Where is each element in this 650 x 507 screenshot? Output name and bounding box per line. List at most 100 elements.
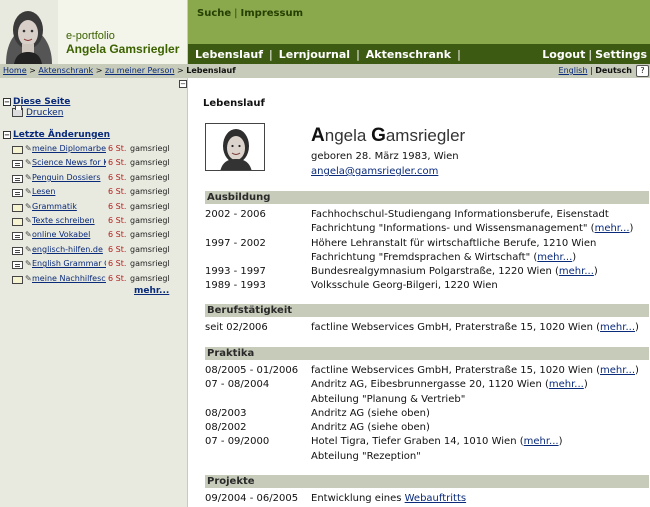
top-bar: Suche | Impressum [188,0,650,44]
lang-english[interactable]: English [559,66,588,75]
breadcrumb-aktenschrank[interactable]: Aktenschrank [38,66,93,75]
change-link[interactable]: meine Nachhilfeschüler [32,274,106,283]
help-icon[interactable]: ? [636,65,649,77]
more-changes-link[interactable]: mehr... [134,286,169,296]
more-link[interactable]: mehr... [524,436,559,447]
pencil-icon: ✎ [25,273,32,283]
change-user: gamsriegl [130,201,170,211]
entry-text: Abteilung "Rezeption" [311,450,421,462]
main-content: Lebenslauf Angela Gamsriegler geboren 28… [189,78,650,507]
entry-text: Bundesrealgymnasium Polgarstraße, 1220 W… [311,266,559,278]
pencil-icon: ✎ [25,158,32,168]
pencil-icon: ✎ [25,259,32,269]
change-age: 6 St. [108,158,127,168]
cv-entry: 1997 - 2002 Höhere Lehranstalt für wirtsc… [205,237,597,263]
change-user: gamsriegl [130,172,170,182]
more-link[interactable]: mehr... [600,322,635,333]
change-link[interactable]: englisch-hilfen.de [32,245,103,254]
more-link[interactable]: mehr... [559,266,594,277]
print-link[interactable]: Drucken [26,108,63,118]
change-link[interactable]: Penguin Dossiers [32,173,101,182]
section-heading: Praktika [205,347,649,360]
change-link[interactable]: Lesen [32,187,55,196]
change-age: 6 St. [108,215,127,225]
entry-date: 1989 - 1993 [205,280,266,292]
change-user: gamsriegl [130,230,170,240]
cv-entry: 07 - 08/2004 Andritz AG, Eibesbrunnergass… [205,379,588,405]
birth-info: geboren 28. März 1983, Wien [311,151,459,162]
cv-section: Ausbildung 2002 - 2006 Fachhochschul-Studi… [205,191,649,294]
entry-date: 08/2002 [205,422,247,434]
change-user: gamsriegl [130,259,170,269]
nav-lebenslauf[interactable]: Lebenslauf [195,48,263,61]
change-link[interactable]: Texte schreiben [32,216,95,225]
change-link[interactable]: English Grammar Online [32,259,106,268]
folder-icon [12,217,23,226]
entry-text: Entwicklung eines [311,493,405,504]
pencil-icon: ✎ [25,172,32,182]
header: e-portfolio Angela Gamsriegler Suche | Imp… [0,0,650,64]
list-item: ✎ Penguin Dossiers 6 St. gamsriegl [12,172,186,186]
pencil-icon: ✎ [25,201,32,211]
more-link[interactable]: mehr... [600,365,635,376]
search-link[interactable]: Suche [197,8,231,19]
more-changes: mehr... [134,286,169,296]
imprint-link[interactable]: Impressum [241,8,303,19]
settings-link[interactable]: Settings [595,48,647,61]
entry-date: 07 - 09/2000 [205,436,270,448]
change-link[interactable]: Grammatik [32,202,77,211]
entry-date: seit 02/2006 [205,322,268,333]
entry-date: 08/2003 [205,407,247,419]
section-heading: Ausbildung [205,191,649,204]
page-title: Lebenslauf [203,98,265,109]
list-item: ✎meine Nachhilfeschüler6 St.gamsriegl [12,273,186,287]
change-link[interactable]: Science News for Kids [32,158,106,167]
change-link[interactable]: meine Diplomarbeit [32,144,106,153]
collapse-icon[interactable]: − [3,97,11,106]
brand-name: Angela Gamsriegler [66,42,180,56]
breadcrumb-person[interactable]: zu meiner Person [105,66,174,75]
change-age: 6 St. [108,187,127,197]
list-item: ✎Science News for Kids6 St.gamsriegl [12,157,186,171]
list-item: ✎ online Vokabel 6 St. gamsriegl [12,229,186,243]
nav-aktenschrank[interactable]: Aktenschrank [366,48,451,61]
entry-text: Fachhochschul-Studiengang Informationsbe… [311,209,609,220]
logout-link[interactable]: Logout [542,48,585,61]
change-link[interactable]: online Vokabel [32,230,90,239]
change-user: gamsriegl [130,244,170,254]
section-heading: Berufstätigkeit [205,304,649,317]
change-age: 6 St. [108,244,127,254]
more-link[interactable]: mehr... [549,379,584,390]
entry-text: Andritz AG, Eibesbrunnergasse 20, 1120 W… [311,379,549,391]
more-link[interactable]: mehr... [537,252,572,263]
breadcrumb-home[interactable]: Home [3,66,27,75]
recent-changes-link[interactable]: Letzte Änderungen [13,130,110,140]
cv-entry: seit 02/2006 factline Webservices GmbH, P… [205,321,649,335]
cv-entry: 08/2002 Andritz AG (siehe oben) [205,421,649,435]
collapse-icon[interactable]: − [3,130,11,139]
change-age: 6 St. [108,230,127,240]
email-link[interactable]: angela@gamsriegler.com [311,166,438,177]
sidebar-collapse-icon[interactable]: − [179,80,187,88]
nav-lernjournal[interactable]: Lernjournal [279,48,350,61]
entry-date: 2002 - 2006 [205,209,266,220]
top-links: Suche | Impressum [197,8,303,19]
entry-link[interactable]: Webauftritts [405,493,466,504]
entry-text: factline Webservices GmbH, Praterstraße … [311,322,601,333]
entry-text: Andritz AG (siehe oben) [311,407,430,419]
more-link[interactable]: mehr... [595,223,630,234]
printer-icon [12,105,23,117]
recent-changes-list: ✎ meine Diplomarbeit 6 St. gamsriegl ✎ Scienc… [12,143,186,287]
document-icon [12,246,23,255]
pencil-icon: ✎ [25,230,32,240]
entry-date: 1997 - 2002 [205,237,266,249]
folder-icon [12,275,23,284]
cv-entry: 08/2003 Andritz AG (siehe oben) [205,407,649,421]
list-item: ✎ Grammatik 6 St. gamsriegl [12,201,186,215]
entry-text: Andritz AG (siehe oben) [311,422,430,434]
cv-section: Projekte 09/2004 - 06/2005 Entwicklung ein… [205,475,649,507]
entry-date: 09/2004 - 06/2005 [205,493,299,504]
pencil-icon: ✎ [25,187,32,197]
entry-text: Höhere Lehranstalt für wirtschaftliche B… [311,237,597,249]
change-age: 6 St. [108,144,127,153]
